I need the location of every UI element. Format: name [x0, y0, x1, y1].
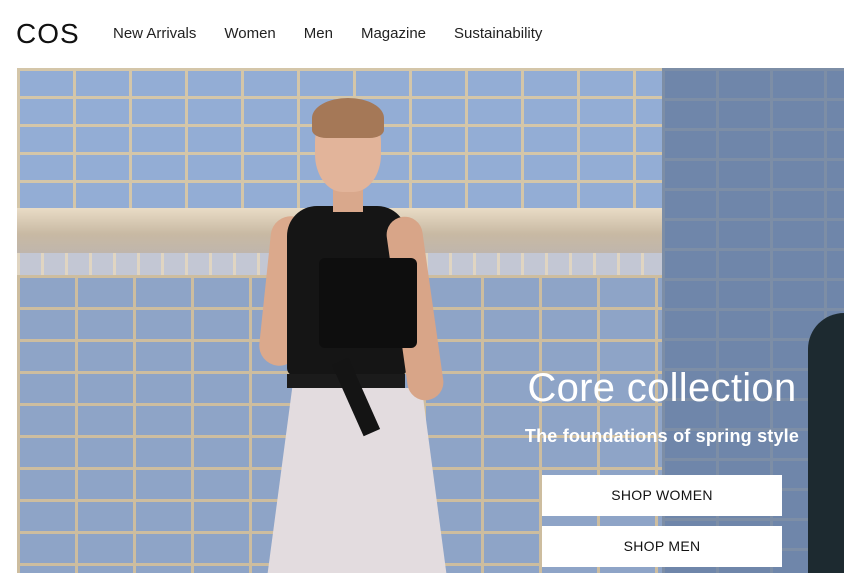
nav-item-women[interactable]: Women — [224, 24, 275, 44]
shop-women-button[interactable]: SHOP WOMEN — [542, 475, 782, 516]
nav-item-men[interactable]: Men — [304, 24, 333, 44]
hero-subtitle: The foundations of spring style — [524, 426, 800, 446]
nav-item-sustainability[interactable]: Sustainability — [454, 24, 542, 44]
nav-item-magazine[interactable]: Magazine — [361, 24, 426, 44]
model-hair — [312, 98, 384, 138]
nav-item-new-arrivals[interactable]: New Arrivals — [113, 24, 196, 44]
site-header: COS New Arrivals Women Men Magazine Sust… — [0, 0, 844, 68]
hero-copy: Core collection The foundations of sprin… — [497, 364, 827, 448]
model-bag — [319, 258, 417, 348]
hero-image-model — [257, 98, 477, 573]
shop-men-button[interactable]: SHOP MEN — [542, 526, 782, 567]
hero-banner[interactable]: Core collection The foundations of sprin… — [17, 68, 844, 573]
main-nav: New Arrivals Women Men Magazine Sustaina… — [113, 24, 542, 44]
hero-title: Core collection — [527, 366, 797, 410]
logo[interactable]: COS — [16, 16, 80, 52]
